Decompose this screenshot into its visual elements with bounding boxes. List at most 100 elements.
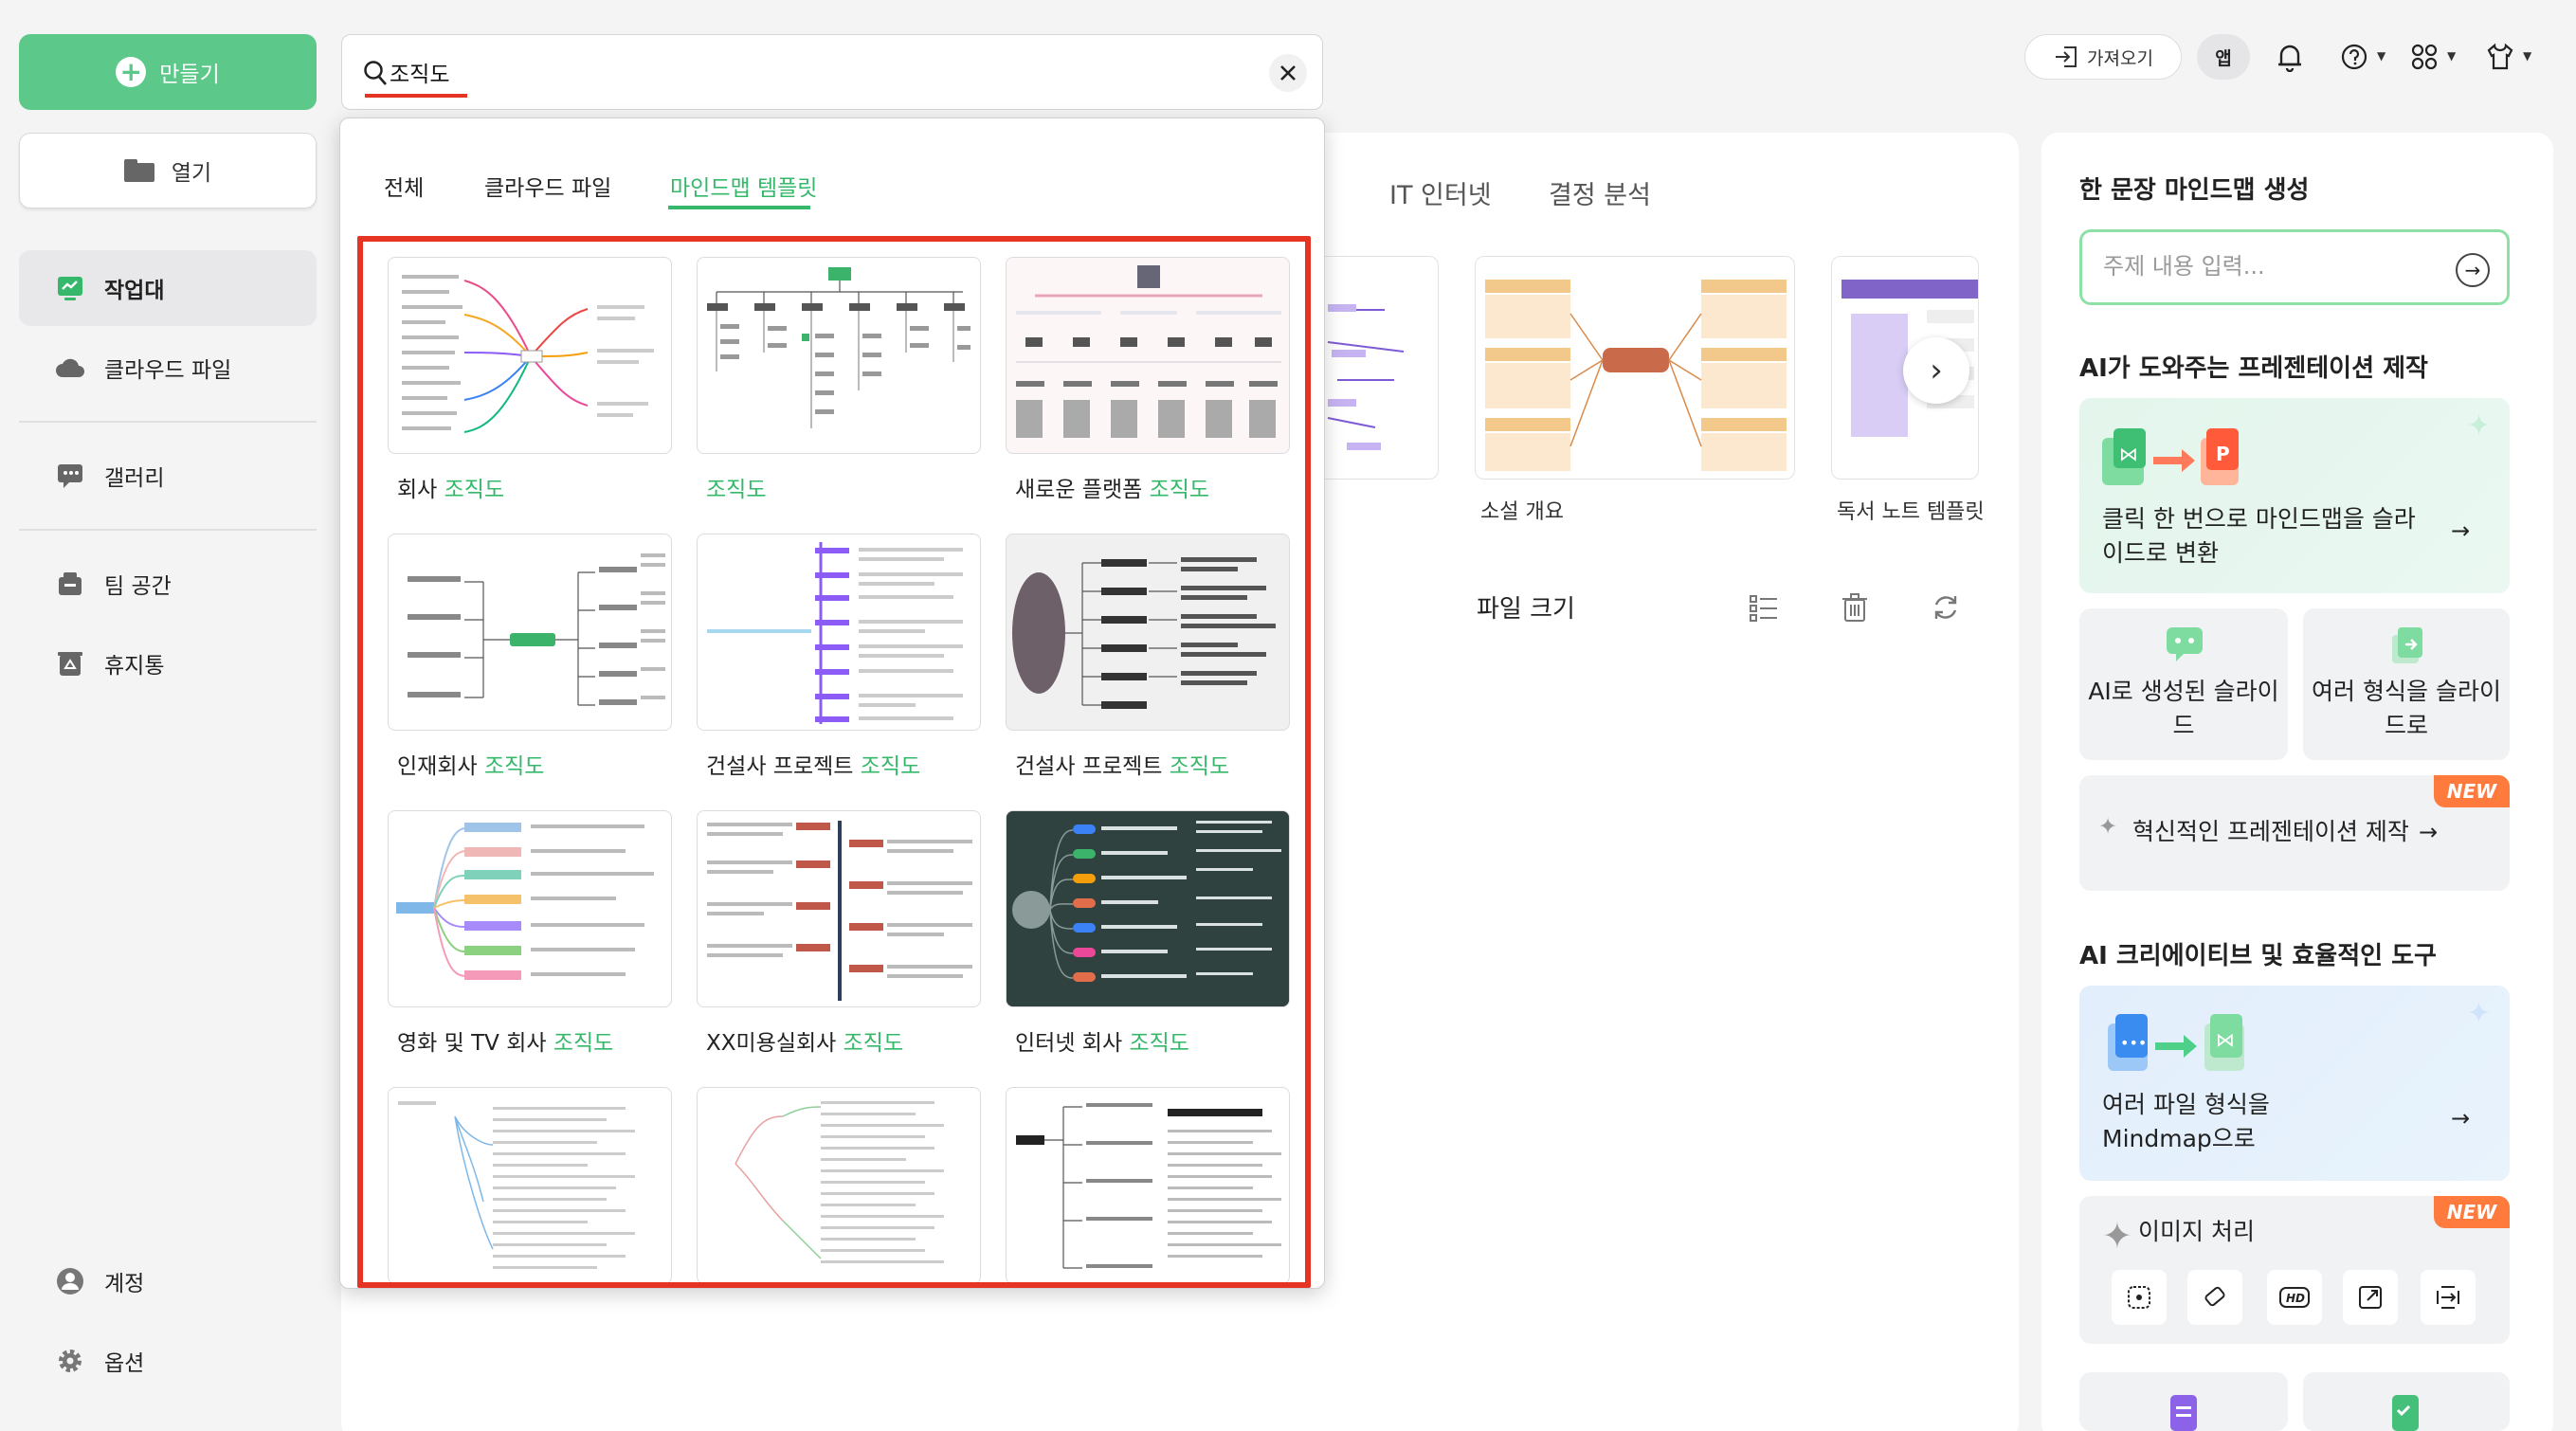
hd-tool-button[interactable]: HD: [2267, 1270, 2322, 1325]
tool-card[interactable]: [2303, 1372, 2510, 1431]
svg-text:HD: HD: [2286, 1292, 2305, 1305]
files-to-mindmap-icon: ••• ⋈: [2108, 1014, 2244, 1071]
bell-icon[interactable]: [2273, 40, 2307, 74]
template-name: 조직도: [706, 478, 767, 502]
search-box[interactable]: 조직도: [341, 34, 1323, 110]
sidebar-item-options[interactable]: 옵션: [19, 1323, 317, 1399]
tab-cloud-files[interactable]: 클라우드 파일: [484, 170, 611, 202]
template-name: 인재회사 조직도: [397, 754, 545, 779]
results-highlight-frame: 회사 조직도 조직도 새로운 플랫폼 조직도 인재회사 조직도 건설사 프로젝트…: [357, 236, 1311, 1288]
sidebar-item-label: 작업대: [104, 279, 165, 303]
sidebar-item-label: 클라우드 파일: [104, 358, 232, 383]
template-name: 인터넷 회사 조직도: [1015, 1031, 1189, 1056]
template-card[interactable]: [1308, 256, 1439, 480]
template-result[interactable]: 영화 및 TV 회사 조직도: [388, 810, 672, 1066]
file-convert-icon: [2392, 627, 2422, 663]
files-to-mindmap-line1: 여러 파일 형식을: [2102, 1091, 2270, 1118]
template-result[interactable]: XX미용실회사 조직도: [697, 810, 981, 1066]
sidebar-item-trash[interactable]: 휴지통: [19, 625, 317, 701]
tab-mindmap-templates[interactable]: 마인드맵 템플릿: [670, 170, 817, 202]
one-sentence-mindmap-title: 한 문장 마인드맵 생성: [2079, 176, 2310, 205]
carousel-next-button[interactable]: ›: [1903, 337, 1969, 404]
formats-to-slides-card[interactable]: 여러 형식을 슬라이드로: [2303, 608, 2510, 760]
tab-all[interactable]: 전체: [384, 170, 424, 202]
eraser-icon: [2204, 1286, 2225, 1307]
open-button[interactable]: 열기: [19, 133, 317, 208]
create-label: 만들기: [159, 63, 220, 87]
file-size-label: 파일 크기: [1477, 595, 1575, 624]
divider: [19, 421, 317, 423]
search-input[interactable]: 조직도: [390, 56, 449, 88]
template-name: 회사 조직도: [397, 478, 505, 502]
topic-input[interactable]: [2103, 253, 2444, 280]
chevron-down-icon[interactable]: ▼: [2377, 49, 2386, 63]
svg-text:•••: •••: [2120, 1034, 2147, 1052]
template-thumbnail: [1006, 257, 1290, 454]
delete-icon[interactable]: [1839, 591, 1871, 624]
svg-text:⋈: ⋈: [2216, 1028, 2235, 1051]
clear-search-button[interactable]: [1269, 54, 1307, 92]
help-icon[interactable]: [2337, 40, 2371, 74]
template-card[interactable]: [1475, 256, 1795, 480]
create-button[interactable]: + 만들기: [19, 34, 317, 110]
arrow-right-icon: →: [2419, 819, 2439, 845]
apps-grid-icon[interactable]: [2407, 40, 2441, 74]
tab-decision-analysis[interactable]: 결정 분석: [1549, 174, 1651, 211]
crop-tool-button[interactable]: [2421, 1270, 2476, 1325]
template-result[interactable]: 새로운 플랫폼 조직도: [1006, 257, 1290, 513]
sidebar-item-label: 갤러리: [104, 466, 165, 491]
files-to-mindmap-card[interactable]: ••• ⋈ ✦ 여러 파일 형식을 Mindmap으로 →: [2079, 986, 2510, 1181]
trash-icon: [55, 648, 85, 679]
folder-icon: [123, 159, 154, 182]
mindmap-to-slides-card[interactable]: ⋈ P ✦ 클릭 한 번으로 마인드맵을 슬라이드로 변환 →: [2079, 398, 2510, 593]
template-name: 독서 노트 템플릿: [1837, 500, 1985, 524]
app-button[interactable]: 앱: [2197, 34, 2250, 80]
select-tool-button[interactable]: [2112, 1270, 2167, 1325]
divider: [19, 529, 317, 531]
template-thumbnail: [388, 810, 672, 1007]
template-result[interactable]: 인재회사 조직도: [388, 534, 672, 789]
sidebar-item-account[interactable]: 계정: [19, 1243, 317, 1319]
search-results-dropdown: 전체 클라우드 파일 마인드맵 템플릿 회사 조직도 조직도 새로운 플랫폼 조…: [339, 118, 1325, 1289]
template-result[interactable]: 조직도: [697, 257, 981, 513]
hd-icon: HD: [2279, 1287, 2310, 1308]
sidebar-item-cloud-files[interactable]: 클라우드 파일: [19, 330, 317, 406]
sparkle-icon: ✦: [2102, 1215, 2132, 1257]
template-result[interactable]: 건설사 프로젝트 조직도: [697, 534, 981, 789]
template-name: XX미용실회사 조직도: [706, 1031, 904, 1056]
refresh-icon[interactable]: [1930, 591, 1962, 624]
shirt-icon[interactable]: [2483, 40, 2517, 74]
arrow-right-icon: →: [2451, 1105, 2471, 1132]
template-result[interactable]: 회사 조직도: [388, 257, 672, 513]
ai-generated-slides-text: AI로 생성된 슬라이드: [2088, 678, 2279, 740]
template-result[interactable]: [388, 1087, 672, 1282]
list-view-icon[interactable]: [1748, 591, 1780, 624]
template-result[interactable]: [1006, 1087, 1290, 1282]
chevron-down-icon[interactable]: ▼: [2447, 49, 2456, 63]
topic-input-field[interactable]: →: [2079, 229, 2510, 305]
template-result[interactable]: 건설사 프로젝트 조직도: [1006, 534, 1290, 789]
submit-arrow-icon[interactable]: →: [2456, 253, 2490, 287]
sidebar-item-workbench[interactable]: 작업대: [19, 250, 317, 326]
import-button[interactable]: 가져오기: [2024, 34, 2182, 80]
template-thumbnail: [1006, 534, 1290, 731]
files-to-mindmap-line2: Mindmap으로: [2102, 1125, 2256, 1152]
tab-it-internet[interactable]: IT 인터넷: [1389, 174, 1492, 211]
tool-card[interactable]: [2079, 1372, 2288, 1431]
eraser-tool-button[interactable]: [2187, 1270, 2242, 1325]
expand-tool-button[interactable]: [2343, 1270, 2398, 1325]
innovative-presentation-card[interactable]: NEW ✦ 혁신적인 프레젠테이션 제작 →: [2079, 775, 2510, 891]
sidebar-item-team-space[interactable]: 팀 공간: [19, 546, 317, 622]
template-thumbnail: [697, 810, 981, 1007]
import-icon: [2056, 46, 2077, 67]
chevron-down-icon[interactable]: ▼: [2523, 49, 2531, 63]
sidebar-item-gallery[interactable]: 갤러리: [19, 438, 317, 514]
ai-generated-slides-card[interactable]: AI로 생성된 슬라이드: [2079, 608, 2288, 760]
image-processing-text: 이미지 처리: [2138, 1218, 2255, 1245]
template-result[interactable]: 인터넷 회사 조직도: [1006, 810, 1290, 1066]
svg-text:P: P: [2216, 443, 2230, 465]
new-badge: NEW: [2434, 1196, 2510, 1228]
template-result[interactable]: [697, 1087, 981, 1282]
gear-icon: [55, 1346, 85, 1376]
template-name: 건설사 프로젝트 조직도: [706, 754, 921, 779]
